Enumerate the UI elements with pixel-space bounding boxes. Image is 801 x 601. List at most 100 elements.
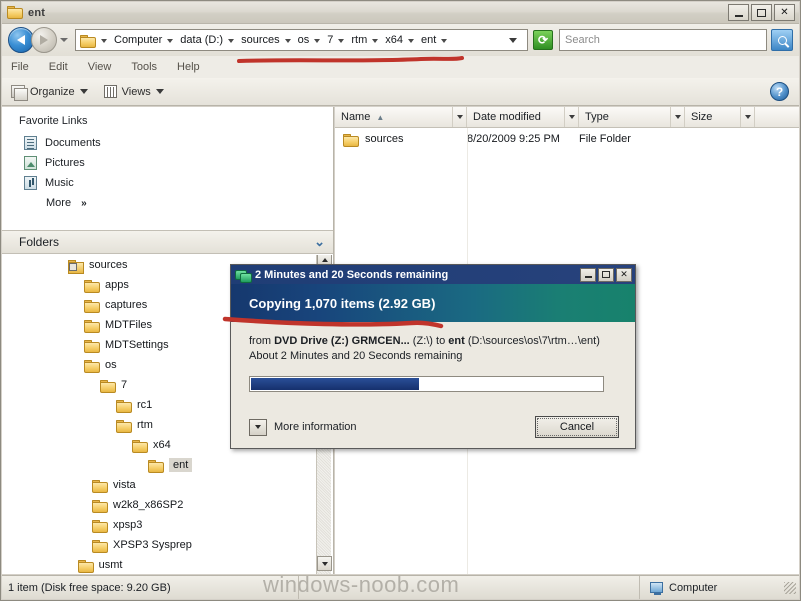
- breadcrumb-item-3[interactable]: os: [295, 33, 313, 47]
- menu-file[interactable]: File: [11, 61, 29, 73]
- sidebar-item-music[interactable]: Music: [2, 173, 333, 193]
- column-dropdown-date[interactable]: [564, 107, 578, 127]
- menu-view[interactable]: View: [88, 61, 112, 73]
- minimize-button[interactable]: [728, 4, 749, 21]
- search-placeholder: Search: [565, 34, 600, 46]
- sidebar-item-documents[interactable]: Documents: [2, 133, 333, 153]
- breadcrumb[interactable]: Computer data (D:) sources os 7 rtm x64 …: [75, 29, 528, 51]
- dialog-close-button[interactable]: ✕: [616, 267, 632, 282]
- organize-label: Organize: [30, 85, 75, 98]
- window-controls: ✕: [728, 4, 799, 21]
- history-chevron-down-icon[interactable]: [60, 38, 68, 42]
- chevron-down-icon: [79, 89, 88, 94]
- breadcrumb-item-0[interactable]: Computer: [111, 33, 165, 47]
- favorite-links-section: Favorite Links Documents Pictures Music …: [2, 107, 333, 227]
- breadcrumb-item-1[interactable]: data (D:): [177, 33, 226, 47]
- table-row[interactable]: sources 8/20/2009 9:25 PM File Folder: [335, 128, 799, 149]
- column-dropdown-size[interactable]: [740, 107, 754, 127]
- help-icon[interactable]: ?: [770, 82, 789, 101]
- tree-item-label: MDTSettings: [105, 339, 169, 351]
- menu-tools[interactable]: Tools: [131, 61, 157, 73]
- tree-item-ent[interactable]: ent: [2, 455, 333, 475]
- explorer-window: ent ✕ Computer data (D:) sources os 7 rt…: [0, 0, 801, 601]
- folder-icon: [84, 339, 100, 353]
- sidebar-item-more[interactable]: More »: [2, 193, 333, 212]
- folder-icon: [84, 319, 100, 333]
- chevron-down-icon[interactable]: ⌄: [314, 234, 325, 250]
- breadcrumb-item-6[interactable]: x64: [382, 33, 406, 47]
- dialog-source-destination: from DVD Drive (Z:) GRMCEN... (Z:\) to e…: [249, 334, 621, 349]
- caret-down-icon[interactable]: [317, 556, 332, 571]
- menu-bar: File Edit View Tools Help: [2, 56, 799, 78]
- breadcrumb-sep-icon: [101, 39, 107, 43]
- dialog-banner: Copying 1,070 items (2.92 GB): [231, 284, 635, 322]
- column-header-spacer: [755, 107, 799, 127]
- status-spacer: [298, 576, 639, 599]
- folder-icon: [132, 439, 148, 453]
- views-label: Views: [121, 85, 151, 98]
- search-icon[interactable]: [771, 29, 793, 51]
- dialog-banner-text: Copying 1,070 items (2.92 GB): [249, 295, 436, 311]
- dest-prefix: to: [432, 335, 449, 347]
- breadcrumb-item-4[interactable]: 7: [324, 33, 336, 47]
- tree-item-xpsp3[interactable]: xpsp3: [2, 515, 333, 535]
- sidebar-item-label: Music: [45, 177, 74, 189]
- command-bar: Organize Views ?: [2, 78, 799, 106]
- tree-item-label: xpsp3: [113, 519, 143, 531]
- menu-help[interactable]: Help: [177, 61, 200, 73]
- tree-item-w2k8-x86sp2[interactable]: w2k8_x86SP2: [2, 495, 333, 515]
- tree-item-label: 7: [121, 379, 128, 391]
- tree-item-label: rtm: [137, 419, 153, 431]
- dialog-time-remaining: About 2 Minutes and 20 Seconds remaining: [249, 350, 463, 362]
- resize-grip[interactable]: [784, 581, 796, 594]
- address-bar: Computer data (D:) sources os 7 rtm x64 …: [2, 24, 799, 56]
- status-location: Computer: [639, 576, 799, 599]
- cancel-button[interactable]: Cancel: [535, 416, 619, 438]
- pictures-icon: [24, 156, 37, 170]
- menu-edit[interactable]: Edit: [49, 61, 68, 73]
- file-name-cell: sources: [335, 133, 467, 147]
- folder-icon: [148, 459, 164, 473]
- breadcrumb-chevron-down-icon[interactable]: [509, 37, 517, 43]
- breadcrumb-sep-icon: [314, 39, 321, 43]
- column-label: Size: [691, 111, 713, 123]
- tree-item-vista[interactable]: vista: [2, 475, 333, 495]
- breadcrumb-item-2[interactable]: sources: [238, 33, 283, 47]
- search-input[interactable]: Search: [559, 29, 767, 51]
- sidebar-item-pictures[interactable]: Pictures: [2, 153, 333, 173]
- column-header-type[interactable]: Type: [579, 107, 685, 127]
- folder-icon: [92, 499, 108, 513]
- column-dropdown-name[interactable]: [452, 107, 466, 127]
- organize-button[interactable]: Organize: [11, 85, 88, 101]
- more-label: More: [46, 197, 72, 209]
- folders-title: Folders: [19, 235, 60, 249]
- tree-item-label: XPSP3 Sysprep: [113, 539, 192, 551]
- close-button[interactable]: ✕: [774, 4, 795, 21]
- copy-progress-dialog: 2 Minutes and 20 Seconds remaining ✕ Cop…: [230, 264, 636, 449]
- forward-arrow-icon[interactable]: [31, 27, 57, 53]
- dialog-body: from DVD Drive (Z:) GRMCEN... (Z:\) to e…: [231, 322, 635, 392]
- dialog-minimize-button[interactable]: [580, 267, 596, 282]
- sidebar-item-label: Documents: [45, 137, 101, 149]
- folder-icon: [84, 359, 100, 373]
- more-information-toggle[interactable]: [249, 418, 267, 436]
- column-header-date-modified[interactable]: Date modified: [467, 107, 579, 127]
- dialog-window-controls: ✕: [580, 267, 635, 282]
- views-button[interactable]: Views: [103, 85, 164, 98]
- column-header-name[interactable]: Name ▲: [335, 107, 467, 127]
- column-dropdown-type[interactable]: [670, 107, 684, 127]
- tree-item-usmt[interactable]: usmt: [2, 555, 333, 574]
- dialog-maximize-button[interactable]: [598, 267, 614, 282]
- tree-item-label: ent: [169, 458, 193, 472]
- column-header-size[interactable]: Size: [685, 107, 755, 127]
- folders-header[interactable]: Folders ⌄: [2, 230, 333, 254]
- status-location-label: Computer: [669, 581, 718, 594]
- breadcrumb-item-7[interactable]: ent: [418, 33, 439, 47]
- maximize-button[interactable]: [751, 4, 772, 21]
- folder-icon: [92, 539, 108, 553]
- breadcrumb-item-5[interactable]: rtm: [348, 33, 370, 47]
- source-name: DVD Drive (Z:) GRMCEN...: [274, 335, 410, 347]
- refresh-icon[interactable]: ⟳: [533, 30, 553, 50]
- chevron-down-icon: [155, 89, 164, 94]
- tree-item-xpsp3-sysprep[interactable]: XPSP3 Sysprep: [2, 535, 333, 555]
